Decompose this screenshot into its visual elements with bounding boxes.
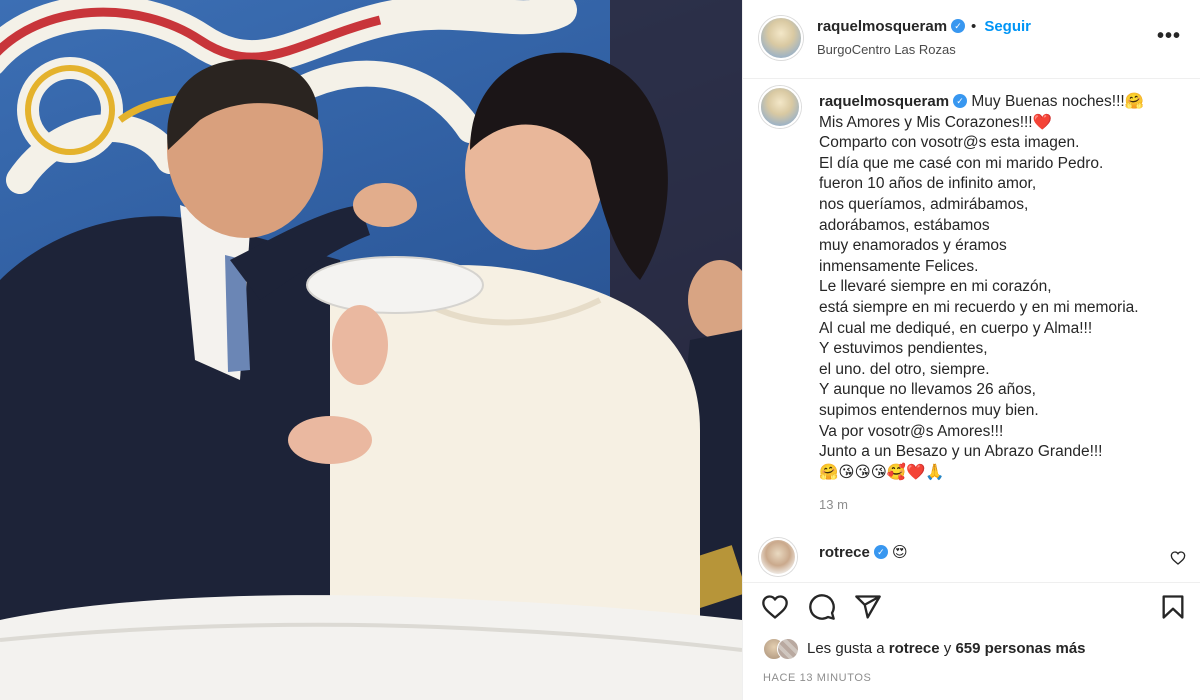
- likes-prefix: Les gusta a: [807, 640, 885, 657]
- caption-line: fueron 10 años de infinito amor,: [819, 175, 1037, 193]
- likers-avatars: [763, 638, 805, 662]
- action-bar: [743, 582, 1200, 632]
- caption-line: Y aunque no llevamos 26 años,: [819, 381, 1036, 399]
- likes-connector: y: [943, 640, 952, 657]
- post-caption: raquelmosqueram ✓ Muy Buenas noches!!!🤗 M…: [819, 92, 1189, 483]
- commenter-username[interactable]: rotrece: [819, 544, 870, 561]
- save-icon[interactable]: [1159, 593, 1187, 621]
- caption-author-avatar[interactable]: [759, 86, 801, 128]
- caption-author-username[interactable]: raquelmosqueram: [819, 93, 949, 110]
- verified-badge-icon: ✓: [951, 19, 966, 34]
- post-photo[interactable]: [0, 0, 742, 700]
- caption-line: 🤗😘😘😘🥰❤️🙏: [819, 463, 945, 481]
- post-sidebar: raquelmosqueram ✓ • Seguir BurgoCentro Las …: [742, 0, 1200, 700]
- caption-first-line: raquelmosqueram ✓ Muy Buenas noches!!!🤗: [819, 92, 1189, 113]
- verified-badge-icon: ✓: [873, 545, 888, 560]
- likes-user[interactable]: rotrece: [889, 640, 940, 657]
- follow-button[interactable]: Seguir: [984, 18, 1031, 35]
- caption-line: está siempre en mi recuerdo y en mi memo…: [819, 298, 1139, 316]
- author-username[interactable]: raquelmosqueram: [817, 18, 947, 35]
- caption-line: El día que me casé con mi marido Pedro.: [819, 154, 1104, 172]
- caption-line: inmensamente Felices.: [819, 257, 979, 275]
- caption-line: Muy Buenas noches!!!🤗: [971, 93, 1145, 110]
- liker-avatar: [777, 638, 799, 660]
- caption-line: Junto a un Besazo y un Abrazo Grande!!!: [819, 443, 1103, 461]
- author-avatar[interactable]: [759, 16, 803, 60]
- wedding-photo-illustration: [0, 0, 742, 700]
- more-options-icon[interactable]: •••: [1157, 26, 1181, 46]
- post-header: raquelmosqueram ✓ • Seguir BurgoCentro Las …: [743, 0, 1200, 79]
- caption-line: el uno. del otro, siempre.: [819, 360, 990, 378]
- commenter-avatar[interactable]: [759, 538, 797, 576]
- comment-icon[interactable]: [808, 593, 836, 621]
- caption-line: Mis Amores y Mis Corazones!!!❤️: [819, 113, 1052, 131]
- share-icon[interactable]: [854, 593, 882, 621]
- post-timestamp[interactable]: HACE 13 MINUTOS: [763, 672, 871, 684]
- heart-icon[interactable]: [761, 593, 789, 621]
- caption-line: adorábamos, estábamos: [819, 216, 990, 234]
- caption-line: Al cual me dediqué, en cuerpo y Alma!!!: [819, 319, 1093, 337]
- caption-line: Comparto con vosotr@s esta imagen.: [819, 134, 1080, 152]
- caption-line: Va por vosotr@s Amores!!!: [819, 422, 1004, 440]
- caption-time-ago[interactable]: 13 m: [819, 497, 848, 512]
- separator-dot: •: [971, 18, 977, 35]
- caption-line: Le llevaré siempre en mi corazón,: [819, 278, 1052, 296]
- likes-text: Les gusta a rotrece y 659 personas más: [807, 640, 1086, 657]
- likes-count[interactable]: 659 personas más: [955, 640, 1085, 657]
- caption-line: Y estuvimos pendientes,: [819, 340, 988, 358]
- comment-row: rotrece ✓ 😍: [819, 543, 908, 561]
- caption-line: muy enamorados y éramos: [819, 237, 1007, 255]
- verified-badge-icon: ✓: [953, 93, 968, 108]
- post-location[interactable]: BurgoCentro Las Rozas: [817, 42, 956, 57]
- comment-like-heart-icon[interactable]: [1170, 550, 1186, 566]
- caption-line: nos queríamos, admirábamos,: [819, 195, 1029, 213]
- comment-text: 😍: [892, 544, 908, 561]
- caption-line: supimos entendernos muy bien.: [819, 401, 1039, 419]
- header-author-row: raquelmosqueram ✓ • Seguir: [817, 18, 1031, 35]
